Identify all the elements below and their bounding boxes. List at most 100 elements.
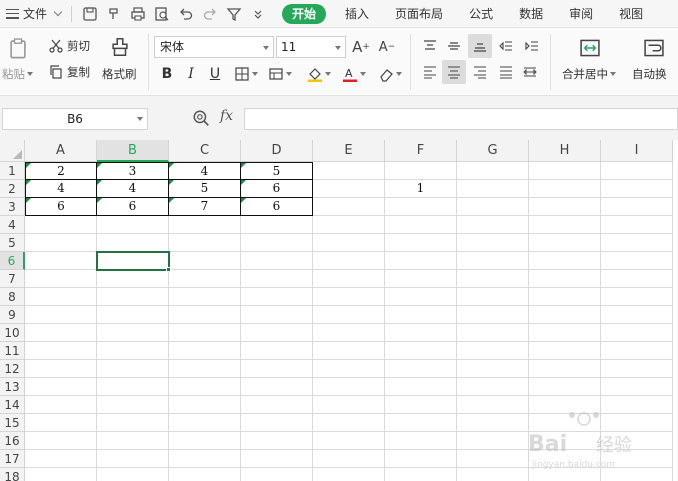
cell-d11[interactable]	[241, 342, 313, 360]
copy-button[interactable]: 复制	[48, 64, 90, 80]
column-header-e[interactable]: E	[313, 140, 385, 162]
cell-g18[interactable]	[457, 468, 529, 481]
tab-data[interactable]: 数据	[506, 0, 556, 28]
cell-f2[interactable]: 1	[385, 180, 457, 198]
underline-icon[interactable]: U	[206, 64, 224, 84]
cell-g3[interactable]	[457, 198, 529, 216]
zoom-icon[interactable]	[192, 109, 212, 129]
decrease-indent-icon[interactable]	[496, 36, 516, 56]
tab-formulas[interactable]: 公式	[456, 0, 506, 28]
cell-h13[interactable]	[529, 378, 601, 396]
cell-a2[interactable]: 4	[25, 180, 97, 198]
cell-c17[interactable]	[169, 450, 241, 468]
cell-a18[interactable]	[25, 468, 97, 481]
cell-d16[interactable]	[241, 432, 313, 450]
cell-h6[interactable]	[529, 252, 601, 270]
cell-i6[interactable]	[601, 252, 673, 270]
cell-a9[interactable]	[25, 306, 97, 324]
row-header-15[interactable]: 15	[0, 414, 25, 432]
cell-f1[interactable]	[385, 162, 457, 180]
cell-d10[interactable]	[241, 324, 313, 342]
cell-c15[interactable]	[169, 414, 241, 432]
cell-d17[interactable]	[241, 450, 313, 468]
cell-b13[interactable]	[97, 378, 169, 396]
cell-g6[interactable]	[457, 252, 529, 270]
cell-h12[interactable]	[529, 360, 601, 378]
name-box[interactable]: B6	[2, 108, 148, 130]
cell-i3[interactable]	[601, 198, 673, 216]
cell-e18[interactable]	[313, 468, 385, 481]
cell-i2[interactable]	[601, 180, 673, 198]
cell-i11[interactable]	[601, 342, 673, 360]
column-header-h[interactable]: H	[529, 140, 601, 162]
cell-h8[interactable]	[529, 288, 601, 306]
cell-b16[interactable]	[97, 432, 169, 450]
cell-b4[interactable]	[97, 216, 169, 234]
distributed-icon[interactable]	[520, 62, 540, 82]
cell-c14[interactable]	[169, 396, 241, 414]
fill-color-button[interactable]	[304, 64, 334, 84]
cell-d1[interactable]: 5	[241, 162, 313, 180]
align-right-icon[interactable]	[470, 62, 490, 82]
row-header-18[interactable]: 18	[0, 468, 25, 481]
cell-d3[interactable]: 6	[241, 198, 313, 216]
increase-indent-icon[interactable]	[522, 36, 542, 56]
align-top-icon[interactable]	[420, 36, 440, 56]
tab-review[interactable]: 审阅	[556, 0, 606, 28]
cell-f15[interactable]	[385, 414, 457, 432]
cell-a5[interactable]	[25, 234, 97, 252]
cell-h10[interactable]	[529, 324, 601, 342]
fill-handle[interactable]	[166, 267, 171, 272]
cell-g15[interactable]	[457, 414, 529, 432]
cell-h7[interactable]	[529, 270, 601, 288]
merge-center-icon[interactable]	[576, 36, 604, 60]
borders-button[interactable]	[232, 64, 260, 84]
justify-icon[interactable]	[496, 62, 516, 82]
row-header-1[interactable]: 1	[0, 162, 25, 180]
cell-e5[interactable]	[313, 234, 385, 252]
save-icon[interactable]	[78, 0, 102, 28]
cell-g7[interactable]	[457, 270, 529, 288]
cell-b5[interactable]	[97, 234, 169, 252]
more-icon[interactable]	[246, 0, 270, 28]
undo-icon[interactable]	[174, 0, 198, 28]
cell-h11[interactable]	[529, 342, 601, 360]
tab-insert[interactable]: 插入	[332, 0, 382, 28]
cell-b14[interactable]	[97, 396, 169, 414]
cell-i12[interactable]	[601, 360, 673, 378]
cell-g4[interactable]	[457, 216, 529, 234]
cell-a12[interactable]	[25, 360, 97, 378]
column-header-f[interactable]: F	[385, 140, 457, 162]
cell-g17[interactable]	[457, 450, 529, 468]
column-header-g[interactable]: G	[457, 140, 529, 162]
cell-e6[interactable]	[313, 252, 385, 270]
cell-f16[interactable]	[385, 432, 457, 450]
redo-icon[interactable]	[198, 0, 222, 28]
cell-i1[interactable]	[601, 162, 673, 180]
cell-e16[interactable]	[313, 432, 385, 450]
increase-font-icon[interactable]: A +	[350, 36, 372, 58]
cell-b6[interactable]	[96, 251, 171, 272]
cell-e2[interactable]	[313, 180, 385, 198]
row-header-5[interactable]: 5	[0, 234, 25, 252]
align-middle-icon[interactable]	[444, 36, 464, 56]
bold-icon[interactable]: B	[158, 64, 176, 84]
cell-h5[interactable]	[529, 234, 601, 252]
cell-e12[interactable]	[313, 360, 385, 378]
cell-a11[interactable]	[25, 342, 97, 360]
cell-f4[interactable]	[385, 216, 457, 234]
cell-g2[interactable]	[457, 180, 529, 198]
column-header-d[interactable]: D	[241, 140, 313, 162]
cell-a8[interactable]	[25, 288, 97, 306]
cell-a10[interactable]	[25, 324, 97, 342]
cell-i5[interactable]	[601, 234, 673, 252]
cell-c11[interactable]	[169, 342, 241, 360]
cell-d4[interactable]	[241, 216, 313, 234]
cell-d7[interactable]	[241, 270, 313, 288]
cell-g12[interactable]	[457, 360, 529, 378]
row-header-2[interactable]: 2	[0, 180, 25, 198]
cell-b8[interactable]	[97, 288, 169, 306]
cell-c1[interactable]: 4	[169, 162, 241, 180]
row-header-14[interactable]: 14	[0, 396, 25, 414]
italic-icon[interactable]: I	[182, 64, 200, 84]
